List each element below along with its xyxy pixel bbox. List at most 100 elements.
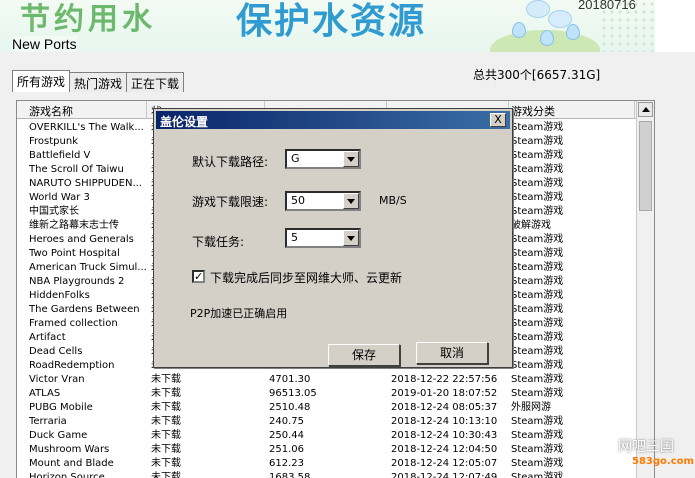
- sync-checkbox[interactable]: ✓: [192, 270, 205, 283]
- download-status-cell: 未下载: [151, 472, 181, 478]
- table-row[interactable]: Mount and Blade 未下载 612.23 2018-12-24 12:05…: [17, 457, 637, 471]
- download-status-cell: 未下载: [151, 416, 181, 427]
- tab-downloading[interactable]: 正在下载: [126, 72, 185, 92]
- download-status-cell: 未下载: [151, 458, 181, 469]
- table-row[interactable]: PUBG Mobile 未下载 2510.48 2018-12-24 08:05:37…: [17, 401, 637, 415]
- cloud-icon: [526, 0, 550, 18]
- game-category-cell: Steam游戏: [511, 262, 564, 273]
- game-name-cell: Duck Game: [29, 430, 88, 441]
- settings-dialog: 盖伦设置 X 默认下载路径: G 游戏下载限速: 50 MB/S 下载任务: 5…: [153, 108, 513, 368]
- game-name-cell: 中国式家长: [29, 206, 79, 217]
- tab-bar: 所有游戏 热门游戏 正在下载: [12, 70, 185, 92]
- game-name-cell: Terraria: [29, 416, 67, 427]
- game-name-cell: Artifact: [29, 332, 66, 343]
- game-size-cell: 1683.58: [269, 472, 311, 478]
- game-name-cell: NBA Playgrounds 2: [29, 276, 125, 287]
- game-category-cell: Steam游戏: [511, 248, 564, 259]
- tab-all-games[interactable]: 所有游戏: [12, 70, 71, 92]
- game-name-cell: Horizon Source: [29, 472, 105, 478]
- game-category-cell: Steam游戏: [511, 276, 564, 287]
- game-name-cell: American Truck Simul...: [29, 262, 147, 273]
- game-size-cell: 251.06: [269, 444, 304, 455]
- banner-slogan-protect-water: 保护水资源: [236, 1, 427, 42]
- game-size-cell: 2510.48: [269, 402, 311, 413]
- column-header-name[interactable]: 游戏名称: [25, 101, 147, 119]
- download-status-cell: 未下载: [151, 374, 181, 385]
- download-status-cell: 未下载: [151, 444, 181, 455]
- game-category-cell: Steam游戏: [511, 374, 564, 385]
- tab-hot-games[interactable]: 热门游戏: [69, 72, 128, 92]
- water-drop-icon: [512, 22, 526, 38]
- game-category-cell: Steam游戏: [511, 304, 564, 315]
- game-category-cell: Steam游戏: [511, 388, 564, 399]
- update-date-cell: 2018-12-24 10:30:43: [391, 430, 498, 441]
- table-row[interactable]: Horizon Source 未下载 1683.58 2018-12-24 12:07…: [17, 471, 637, 478]
- game-category-cell: Steam游戏: [511, 164, 564, 175]
- cancel-button[interactable]: 取消: [416, 342, 488, 364]
- update-date-cell: 2018-12-24 12:07:49: [391, 472, 498, 478]
- game-name-cell: NARUTO SHIPPUDEN...: [29, 178, 142, 189]
- game-size-cell: 612.23: [269, 458, 304, 469]
- update-date-cell: 2018-12-24 08:05:37: [391, 402, 498, 413]
- banner-slogan-save-water: 节约用水: [20, 2, 156, 37]
- game-category-cell: Steam游戏: [511, 346, 564, 357]
- vertical-scrollbar[interactable]: [636, 101, 654, 478]
- total-summary: 总共300个[6657.31G]: [473, 68, 601, 82]
- game-category-cell: 破解游戏: [511, 220, 551, 231]
- game-name-cell: The Scroll Of Taiwu: [29, 164, 124, 175]
- game-name-cell: PUBG Mobile: [29, 402, 93, 413]
- game-name-cell: Victor Vran: [29, 374, 85, 385]
- download-path-value: G: [291, 152, 300, 165]
- game-category-cell: 外服网游: [511, 402, 551, 413]
- save-button[interactable]: 保存: [328, 344, 400, 366]
- game-size-cell: 240.75: [269, 416, 304, 427]
- speed-limit-select[interactable]: 50: [285, 191, 361, 211]
- download-status-cell: 未下载: [151, 388, 181, 399]
- watermark-url: 583go.com: [632, 456, 694, 467]
- banner: 节约用水 保护水资源 20180716 New Ports: [0, 0, 655, 52]
- download-tasks-select[interactable]: 5: [285, 228, 361, 248]
- game-name-cell: Framed collection: [29, 318, 118, 329]
- dialog-titlebar[interactable]: 盖伦设置 X: [156, 111, 510, 129]
- scroll-thumb[interactable]: [639, 121, 652, 211]
- update-date-cell: 2018-12-24 12:04:50: [391, 444, 498, 455]
- update-date-cell: 2018-12-24 12:05:07: [391, 458, 498, 469]
- close-icon[interactable]: X: [490, 113, 506, 127]
- game-category-cell: Steam游戏: [511, 318, 564, 329]
- chevron-down-icon[interactable]: [343, 151, 359, 167]
- game-name-cell: Mushroom Wars: [29, 444, 110, 455]
- update-date-cell: 2019-01-20 18:07:52: [391, 388, 498, 399]
- game-category-cell: Steam游戏: [511, 290, 564, 301]
- water-drop-icon: [540, 30, 554, 46]
- game-name-cell: OVERKILL's The Walk...: [29, 122, 144, 133]
- table-row[interactable]: Duck Game 未下载 250.44 2018-12-24 10:30:43 Ste…: [17, 429, 637, 443]
- game-name-cell: 维新之路幕末志士传: [29, 220, 119, 231]
- game-name-cell: World War 3: [29, 192, 90, 203]
- chevron-down-icon[interactable]: [343, 193, 359, 209]
- scroll-up-icon[interactable]: [638, 102, 653, 117]
- download-tasks-value: 5: [291, 231, 298, 244]
- game-category-cell: Steam游戏: [511, 136, 564, 147]
- banner-date: 20180716: [578, 0, 636, 12]
- game-name-cell: The Gardens Between: [29, 304, 140, 315]
- table-row[interactable]: Victor Vran 未下载 4701.30 2018-12-22 22:57:56…: [17, 373, 637, 387]
- download-status-cell: 未下载: [151, 402, 181, 413]
- speed-unit: MB/S: [379, 194, 407, 207]
- column-header-category[interactable]: 游戏分类: [507, 101, 635, 119]
- game-size-cell: 96513.05: [269, 388, 317, 399]
- speed-limit-value: 50: [291, 194, 305, 207]
- chevron-down-icon[interactable]: [343, 230, 359, 246]
- game-size-cell: 4701.30: [269, 374, 311, 385]
- table-row[interactable]: Mushroom Wars 未下载 251.06 2018-12-24 12:04:5…: [17, 443, 637, 457]
- game-category-cell: Steam游戏: [511, 332, 564, 343]
- sync-label[interactable]: 下载完成后同步至网维大师、云更新: [210, 269, 402, 286]
- download-path-select[interactable]: G: [285, 149, 361, 169]
- table-row[interactable]: ATLAS 未下载 96513.05 2019-01-20 18:07:52 Steam…: [17, 387, 637, 401]
- game-name-cell: Heroes and Generals: [29, 234, 134, 245]
- game-size-cell: 250.44: [269, 430, 304, 441]
- game-name-cell: RoadRedemption: [29, 360, 115, 371]
- table-row[interactable]: Terraria 未下载 240.75 2018-12-24 10:13:10 Stea…: [17, 415, 637, 429]
- game-name-cell: Battlefield V: [29, 150, 91, 161]
- water-drop-icon: [566, 24, 580, 40]
- update-date-cell: 2018-12-24 10:13:10: [391, 416, 498, 427]
